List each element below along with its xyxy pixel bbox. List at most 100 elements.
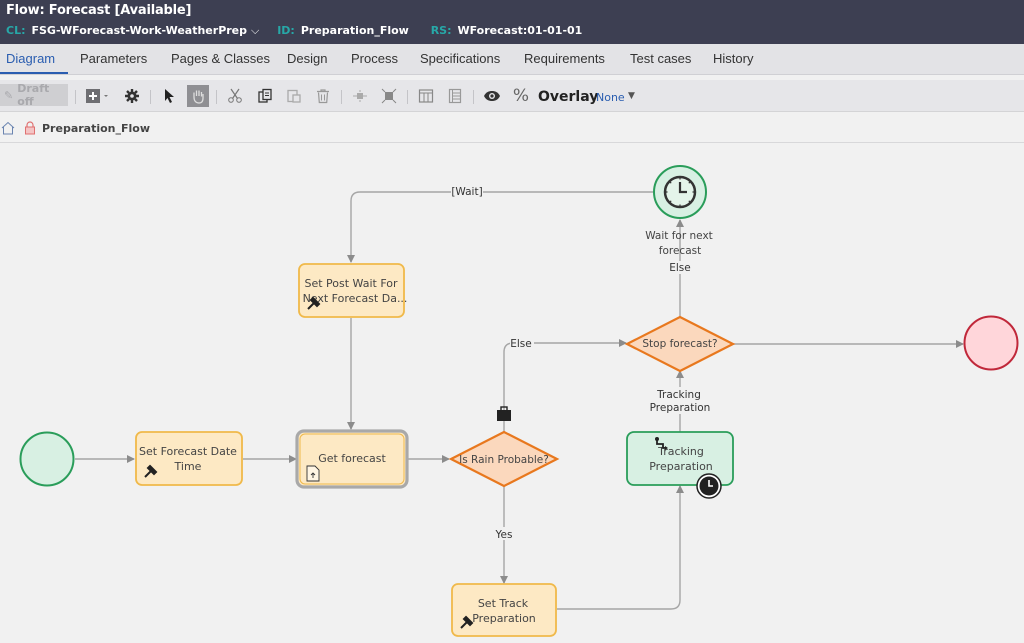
breadcrumb: Preparation_Flow — [0, 115, 1024, 143]
tab-pages-classes[interactable]: Pages & Classes — [171, 51, 270, 66]
end-node[interactable] — [963, 315, 1019, 371]
wait-label-line1: Wait for next — [645, 230, 713, 242]
cut-button[interactable] — [224, 85, 246, 107]
rows-button[interactable] — [444, 85, 466, 107]
clock-icon — [663, 175, 697, 209]
page-title: Flow: Forecast [Available] — [6, 3, 192, 18]
tab-diagram[interactable]: Diagram — [6, 51, 55, 66]
columns-icon — [418, 89, 434, 103]
tab-process[interactable]: Process — [351, 51, 398, 66]
id-label: ID: — [277, 24, 295, 37]
ruleset-label: RS: — [430, 24, 452, 37]
columns-button[interactable] — [415, 85, 437, 107]
align-button[interactable] — [349, 85, 371, 107]
toolbar-divider — [473, 90, 474, 104]
start-node[interactable] — [19, 431, 75, 487]
toolbar-divider — [150, 90, 151, 104]
pan-tool-button[interactable] — [187, 85, 209, 107]
active-tab-indicator — [0, 72, 68, 74]
decision-is-rain-probable[interactable]: Is Rain Probable? — [448, 430, 560, 488]
pencil-icon: ✎ — [4, 88, 14, 102]
select-tool-button[interactable] — [158, 85, 180, 107]
flow-diagram-canvas[interactable]: [Wait] Else Yes Tracking Preparation Els… — [0, 143, 1024, 643]
tab-design[interactable]: Design — [287, 51, 327, 66]
connector-label-tracking-line2: Preparation — [650, 402, 711, 414]
wait-node[interactable]: Wait for next forecast — [645, 165, 713, 257]
settings-button[interactable] — [121, 85, 143, 107]
tab-requirements[interactable]: Requirements — [524, 51, 605, 66]
toolbar-divider — [407, 90, 408, 104]
paste-button[interactable] — [283, 85, 305, 107]
caret-down-icon[interactable]: ▼ — [628, 91, 635, 101]
fit-button[interactable] — [378, 85, 400, 107]
view-button[interactable] — [481, 85, 503, 107]
tab-test-cases[interactable]: Test cases — [630, 51, 691, 66]
decision-stop-forecast[interactable]: Stop forecast? — [624, 315, 736, 373]
connector-rain-else-to-stop-forecast[interactable] — [503, 339, 627, 432]
toolbar-divider — [341, 90, 342, 104]
id-value: Preparation_Flow — [300, 24, 409, 37]
document-upload-icon — [306, 465, 320, 482]
percent-icon: % — [512, 86, 530, 106]
shape-label-line1: Set Track — [478, 597, 529, 610]
connector-label-wait: [Wait] — [451, 186, 482, 198]
draft-label: Draft off — [17, 82, 50, 108]
class-label: CL: — [6, 24, 26, 37]
cut-icon — [228, 88, 242, 103]
draft-toggle-button[interactable]: ✎ Draft off — [0, 82, 68, 108]
shape-set-forecast-date-time[interactable]: Set Forecast Date Time — [135, 431, 243, 486]
app-header: Flow: Forecast [Available] CL: FSG-WForec… — [0, 0, 1024, 44]
connector-label-tracking-line1: Tracking — [656, 389, 701, 401]
wait-label-line2: forecast — [659, 245, 701, 257]
toolbar-divider — [75, 90, 76, 104]
pan-hand-icon — [193, 90, 204, 104]
shape-label-line2: Time — [174, 460, 202, 473]
ruleset-value: WForecast:01-01-01 — [457, 24, 583, 37]
tab-specifications[interactable]: Specifications — [420, 51, 500, 66]
breadcrumb-flow-name: Preparation_Flow — [42, 122, 151, 135]
view-eye-icon — [484, 91, 500, 101]
shape-label-line1: Set Post Wait For — [304, 277, 398, 290]
class-value[interactable]: FSG-WForecast-Work-WeatherPrep — [31, 24, 247, 37]
copy-icon — [258, 88, 272, 103]
tab-history[interactable]: History — [713, 51, 753, 66]
add-shape-icon — [86, 89, 108, 103]
percent-button[interactable]: % — [510, 85, 532, 107]
overlay-select[interactable]: None — [596, 91, 625, 104]
fit-icon — [381, 88, 397, 104]
tab-bar: Diagram Parameters Pages & Classes Desig… — [0, 44, 1024, 75]
diagram-toolbar: ✎ Draft off % Overlay None ▼ — [0, 80, 1024, 112]
connector-label-yes: Yes — [495, 529, 513, 541]
rows-icon — [448, 88, 462, 104]
decision-label: Stop forecast? — [642, 338, 717, 350]
delete-button[interactable] — [312, 85, 334, 107]
connector-label-else-stop: Else — [669, 262, 690, 274]
delete-icon — [317, 89, 329, 104]
chevron-down-icon[interactable]: ⌵ — [251, 24, 259, 38]
shape-label-line1: Set Forecast Date — [139, 445, 237, 458]
tab-parameters[interactable]: Parameters — [80, 51, 147, 66]
connector-label-else-rain: Else — [510, 338, 531, 350]
shape-set-track-preparation[interactable]: Set Track Preparation — [451, 583, 557, 637]
rule-meta: CL: FSG-WForecast-Work-WeatherPrep ⌵ ID: Pr… — [6, 24, 600, 38]
toolbar-divider — [216, 90, 217, 104]
paste-icon — [287, 89, 301, 103]
decision-label: Is Rain Probable? — [459, 454, 549, 466]
shape-label-line1: Tracking — [657, 445, 704, 458]
copy-button[interactable] — [254, 85, 276, 107]
lock-icon — [25, 121, 35, 135]
home-icon[interactable] — [1, 121, 15, 135]
select-pointer-icon — [165, 89, 174, 103]
shape-label-line2: Preparation — [649, 460, 713, 473]
align-center-icon — [353, 90, 367, 102]
sla-clock-icon — [696, 473, 722, 499]
add-shape-button[interactable] — [84, 85, 112, 107]
shape-label: Get forecast — [318, 452, 386, 465]
shape-label-line2: Preparation — [472, 612, 536, 625]
settings-gear-icon — [125, 89, 139, 103]
connector-wait-to-post-wait[interactable] — [347, 191, 653, 263]
connector-set-track-to-tracking[interactable] — [557, 485, 684, 610]
shape-set-post-wait[interactable]: Set Post Wait For Next Forecast Da... — [298, 263, 407, 318]
shape-get-forecast[interactable]: Get forecast — [295, 429, 409, 489]
overlay-label: Overlay — [538, 89, 599, 105]
